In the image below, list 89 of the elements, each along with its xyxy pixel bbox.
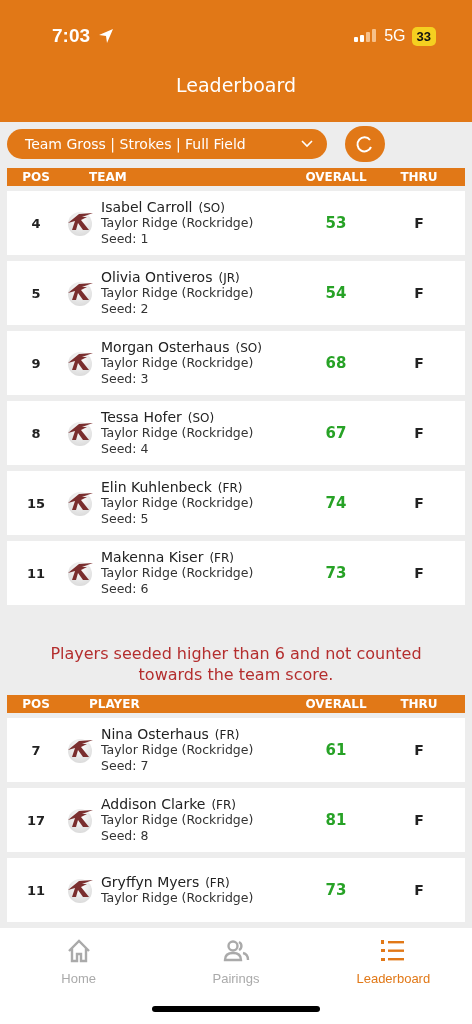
overall-score: 54 xyxy=(324,284,348,302)
player-row[interactable]: 11 Gryffyn Myers (FR) Taylor Ridge (Rockridge) 73 F xyxy=(7,858,465,922)
grade: (FR) xyxy=(209,551,234,565)
team-name: Taylor Ridge (Rockridge) xyxy=(101,425,255,441)
player-row[interactable]: 4 Isabel Carroll (SO) Taylor Ridge (Rockridge) Seed: 1 53 F xyxy=(7,191,465,255)
team-name: Taylor Ridge (Rockridge) xyxy=(101,565,255,581)
player-row[interactable]: 9 Morgan Osterhaus (SO) Taylor Ridge (Rockridge) Seed: 3 68 F xyxy=(7,331,465,395)
thru-value: F xyxy=(413,812,425,828)
overall-score: 67 xyxy=(324,424,348,442)
team-name: Taylor Ridge (Rockridge) xyxy=(101,285,255,301)
signal-icon xyxy=(354,29,377,43)
grade: (SO) xyxy=(198,201,225,215)
player-row[interactable]: 17 Addison Clarke (FR) Taylor Ridge (Rockridge) Seed: 8 81 F xyxy=(7,788,465,852)
seed: Seed: 6 xyxy=(101,581,150,597)
column-header: OVERALL xyxy=(304,170,368,184)
team-name: Taylor Ridge (Rockridge) xyxy=(101,495,255,511)
position: 7 xyxy=(30,742,42,758)
team-name: Taylor Ridge (Rockridge) xyxy=(101,215,255,231)
overall-score: 73 xyxy=(324,881,348,899)
position: 17 xyxy=(25,812,47,828)
player-name: Nina Osterhaus xyxy=(101,726,209,742)
player-name: Makenna Kiser xyxy=(101,549,204,565)
grade: (SO) xyxy=(235,341,262,355)
overall-score: 68 xyxy=(324,354,348,372)
player-row[interactable]: 15 Elin Kuhlenbeck (FR) Taylor Ridge (Rockridge) Seed: 5 74 F xyxy=(7,471,465,535)
column-header: OVERALL xyxy=(304,697,368,711)
grade: (SO) xyxy=(187,411,215,425)
position: 11 xyxy=(25,882,47,898)
grade: (FR) xyxy=(214,728,240,742)
seed: Seed: 2 xyxy=(101,301,150,317)
battery-level: 33 xyxy=(411,26,436,46)
caret-icon xyxy=(301,140,313,148)
player-row[interactable]: 5 Olivia Ontiveros (JR) Taylor Ridge (Rockridge) Seed: 2 54 F xyxy=(7,261,465,325)
thru-value: F xyxy=(413,882,425,898)
thru-value: F xyxy=(413,565,425,581)
team-name: Taylor Ridge (Rockridge) xyxy=(101,812,255,828)
overall-score: 74 xyxy=(324,494,348,512)
overall-score: 73 xyxy=(324,564,348,582)
thru-value: F xyxy=(413,285,425,301)
refresh-icon xyxy=(355,134,375,154)
position: 11 xyxy=(25,565,47,581)
column-header: THRU xyxy=(399,697,439,711)
position: 4 xyxy=(30,215,42,231)
player-name: Olivia Ontiveros xyxy=(101,269,213,285)
team-name: Taylor Ridge (Rockridge) xyxy=(101,355,255,371)
player-name: Addison Clarke xyxy=(101,796,206,812)
thru-value: F xyxy=(413,215,425,231)
seed: Seed: 5 xyxy=(101,511,150,527)
overall-score: 53 xyxy=(324,214,348,232)
thru-value: F xyxy=(413,355,425,371)
overall-score: 61 xyxy=(324,741,348,759)
player-name: Isabel Carroll xyxy=(101,199,193,215)
seed: Seed: 4 xyxy=(101,441,150,457)
team-name: Taylor Ridge (Rockridge) xyxy=(101,742,255,758)
player-name: Morgan Osterhaus xyxy=(101,339,230,355)
position: 15 xyxy=(25,495,47,511)
player-row[interactable]: 7 Nina Osterhaus (FR) Taylor Ridge (Rockridge) Seed: 7 61 F xyxy=(7,718,465,782)
grade: (FR) xyxy=(205,876,230,890)
player-row[interactable]: 8 Tessa Hofer (SO) Taylor Ridge (Rockridge) Seed: 4 67 F xyxy=(7,401,465,465)
column-header: TEAM xyxy=(88,170,128,184)
position: 5 xyxy=(30,285,42,301)
player-name: Gryffyn Myers xyxy=(101,874,200,890)
seeding-note: Players seeded higher than 6 and not counted towards the team score. xyxy=(49,643,423,686)
column-header: POS xyxy=(21,170,51,184)
position: 8 xyxy=(30,425,42,441)
network-label: 5G xyxy=(384,27,406,45)
thru-value: F xyxy=(413,425,425,441)
overall-score: 81 xyxy=(324,811,348,829)
seed: Seed: 3 xyxy=(101,371,150,387)
column-header: POS xyxy=(21,697,51,711)
team-name: Taylor Ridge (Rockridge) xyxy=(101,890,255,906)
thru-value: F xyxy=(413,495,425,511)
grade: (FR) xyxy=(211,798,236,812)
player-row[interactable]: 11 Makenna Kiser (FR) Taylor Ridge (Rockridge) Seed: 6 73 F xyxy=(7,541,465,605)
status-time: 7:03 xyxy=(52,25,91,47)
location-arrow-icon xyxy=(98,28,115,44)
refresh-button[interactable] xyxy=(345,126,385,162)
column-header: THRU xyxy=(399,170,439,184)
seed: Seed: 7 xyxy=(101,758,150,774)
screen-title: Leaderboard xyxy=(175,74,297,96)
seed: Seed: 8 xyxy=(101,828,150,844)
thru-value: F xyxy=(413,742,425,758)
position: 9 xyxy=(30,355,42,371)
seed: Seed: 1 xyxy=(101,231,150,247)
column-header: PLAYER xyxy=(88,697,141,711)
grade: (FR) xyxy=(217,481,243,495)
player-name: Elin Kuhlenbeck xyxy=(101,479,212,495)
grade: (JR) xyxy=(218,271,240,285)
player-name: Tessa Hofer xyxy=(101,409,182,425)
